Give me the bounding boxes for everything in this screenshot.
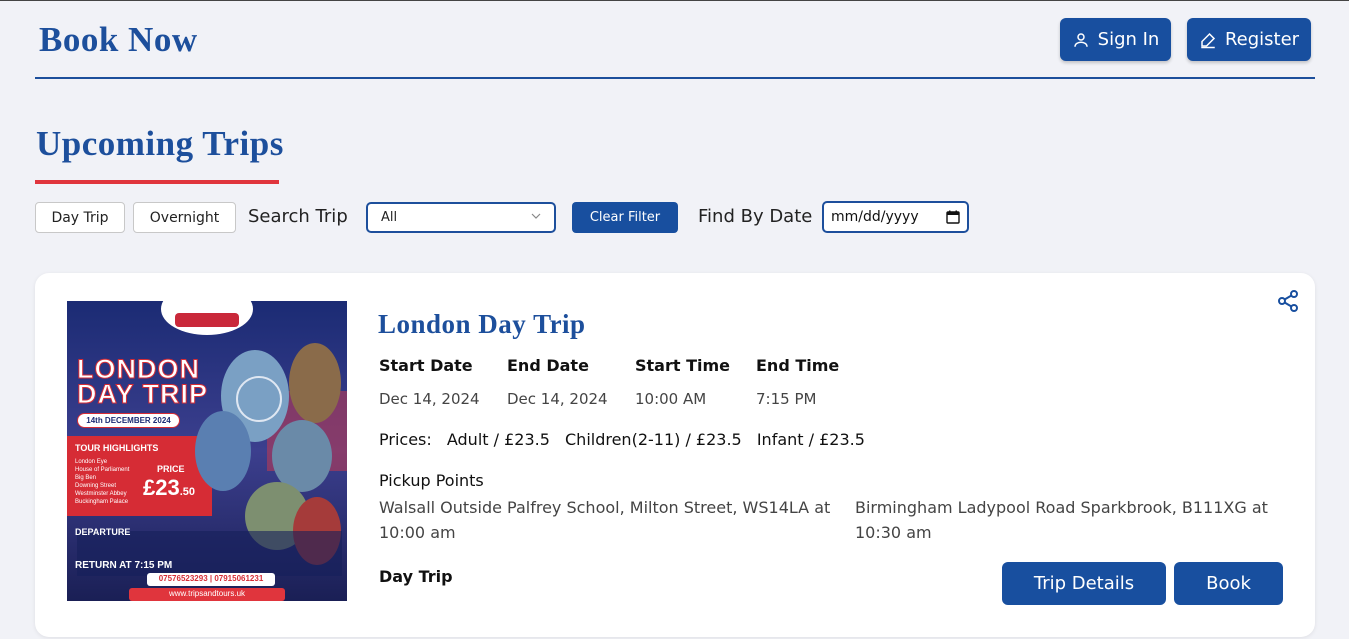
sign-in-label: Sign In [1097,29,1160,50]
poster-heading-2: DAY TRIP [76,379,209,410]
section-title: Upcoming Trips [36,124,284,163]
poster-price-value: £23 [143,475,180,500]
end-time-value: 7:15 PM [756,390,817,408]
date-filter-input[interactable]: mm/dd/yyyy [822,201,969,233]
calendar-icon[interactable] [946,210,960,224]
pickup-point: Walsall Outside Palfrey School, Milton S… [379,498,831,542]
start-time-value: 10:00 AM [635,390,707,408]
trip-card: LONDON DAY TRIP 14th DECEMBER 2024 TOUR … [35,273,1315,637]
poster-return-text: RETURN AT 7:15 PM [75,560,173,571]
date-placeholder: mm/dd/yyyy [831,209,919,225]
pickup-point: Birmingham Ladypool Road Sparkbrook, B11… [855,498,1268,542]
find-by-date-label: Find By Date [698,206,813,227]
price-infant: Infant / £23.5 [756,430,865,449]
end-date-label: End Date [507,356,589,375]
trip-type: Day Trip [379,567,453,586]
poster-highlight: Westminster Abbey [75,491,127,497]
share-icon[interactable] [1276,289,1300,313]
header-divider [35,77,1315,79]
poster-highlights-list: London Eye House of Parliament Big Ben D… [75,458,129,506]
start-date-value: Dec 14, 2024 [379,390,480,408]
poster-price-decimals: .50 [179,486,196,498]
top-border [0,0,1349,1]
trip-poster-image: LONDON DAY TRIP 14th DECEMBER 2024 TOUR … [67,301,347,601]
chevron-down-icon [531,213,541,219]
poster-highlight: London Eye [75,459,108,465]
signature-icon [1201,32,1215,48]
sign-in-button[interactable]: Sign In [1060,18,1171,61]
poster-highlight: Downing Street [75,483,117,489]
price-adult: Adult / £23.5 [446,430,550,449]
user-icon [1073,32,1088,47]
prices-row: Prices: Adult / £23.5 Children(2-11) / £… [379,430,875,449]
poster-highlights-title: TOUR HIGHLIGHTS [75,443,159,453]
book-button[interactable]: Book [1174,562,1283,605]
register-label: Register [1224,29,1300,50]
poster-price: £23.50 [143,475,195,501]
poster-date-badge: 14th DECEMBER 2024 [77,413,180,428]
trip-details-button[interactable]: Trip Details [1002,562,1166,605]
brand-title[interactable]: Book Now [39,20,198,60]
poster-departure-title: DEPARTURE [75,527,131,537]
clear-filter-button[interactable]: Clear Filter [572,202,678,233]
poster-highlight: House of Parliament [75,467,130,473]
prices-label: Prices: [379,430,432,449]
end-date-value: Dec 14, 2024 [507,390,608,408]
poster-highlight: Big Ben [75,475,97,481]
end-time-label: End Time [756,356,840,375]
poster-website: www.tripsandtours.uk [168,589,246,598]
section-title-underline [35,180,279,184]
search-trip-select[interactable]: All [366,202,556,233]
poster-highlight: Buckingham Palace [75,499,129,505]
poster-phones: 07576523293 | 07915061231 [158,574,264,583]
start-time-label: Start Time [635,356,730,375]
pickup-points-label: Pickup Points [379,471,484,490]
search-trip-label: Search Trip [248,206,348,227]
trip-title[interactable]: London Day Trip [378,309,586,340]
register-button[interactable]: Register [1187,18,1311,61]
overnight-filter-button[interactable]: Overnight [133,202,236,233]
poster-price-label: PRICE [157,464,185,474]
start-date-label: Start Date [379,356,473,375]
day-trip-filter-button[interactable]: Day Trip [35,202,125,233]
price-children: Children(2-11) / £23.5 [565,430,742,449]
search-trip-value: All [381,210,398,225]
